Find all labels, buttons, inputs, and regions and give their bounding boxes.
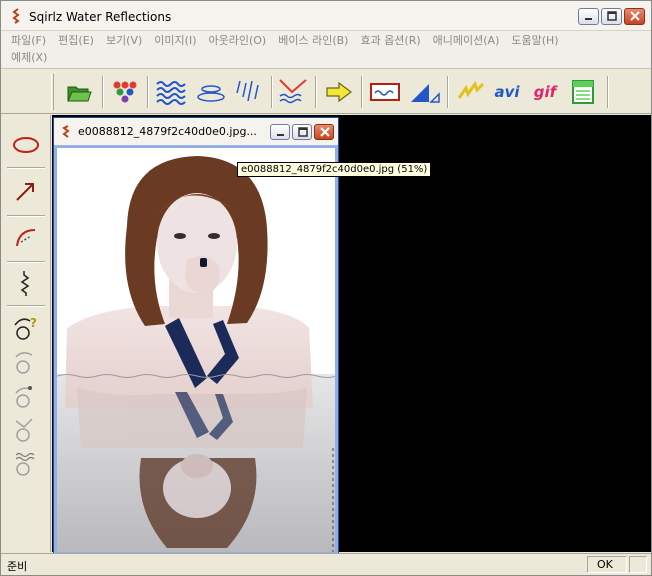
color-dots-icon xyxy=(113,81,137,103)
svg-text:?: ? xyxy=(30,316,37,330)
menu-animation[interactable]: 애니메이션(A) xyxy=(427,33,506,49)
avi-export-button[interactable]: avi xyxy=(491,76,523,108)
close-button[interactable] xyxy=(624,8,645,25)
tool-separator xyxy=(7,167,45,169)
menu-outline[interactable]: 아웃라인(O) xyxy=(202,33,272,49)
doc-minimize-button[interactable] xyxy=(270,124,290,140)
doc-close-button[interactable] xyxy=(314,124,334,140)
help-tool-icon: ? xyxy=(14,316,37,340)
toolbar: avi gif xyxy=(1,70,651,114)
rain-button[interactable] xyxy=(233,76,265,108)
maximize-icon xyxy=(298,127,308,137)
app-window: Sqirlz Water Reflections 파일(F) 편집(E) 보기(… xyxy=(0,0,652,576)
arc-tool-icon xyxy=(16,229,36,247)
avi-label: avi xyxy=(494,83,520,101)
app-logo-icon xyxy=(12,8,20,24)
close-icon xyxy=(630,11,640,21)
toolbar-separator xyxy=(607,76,609,108)
document-window[interactable]: e0088812_4879f2c40d0e0.jpg... xyxy=(53,117,339,554)
title-bar[interactable]: Sqirlz Water Reflections xyxy=(1,1,651,31)
frame-icon xyxy=(370,83,400,101)
status-ok: OK xyxy=(597,558,613,571)
tool9-button[interactable] xyxy=(9,447,43,479)
waves-icon xyxy=(156,81,186,105)
menu-help[interactable]: 도움말(H) xyxy=(505,33,564,49)
menu-effect-options[interactable]: 효과 옵션(R) xyxy=(354,33,426,49)
minimize-icon xyxy=(585,18,592,20)
photo-image xyxy=(57,148,335,552)
frame-button[interactable] xyxy=(369,76,401,108)
toolbar-separator xyxy=(102,76,104,108)
menu-image[interactable]: 이미지(I) xyxy=(148,33,202,49)
lightning-button[interactable] xyxy=(455,76,487,108)
toolbar-separator xyxy=(447,76,449,108)
status-panel-grip xyxy=(629,556,647,573)
menu-file[interactable]: 파일(F) xyxy=(5,33,52,49)
menu-examples[interactable]: 예제(X) xyxy=(5,50,53,66)
zigzag-tool-icon xyxy=(20,271,30,296)
reflection-button[interactable] xyxy=(277,76,309,108)
maximize-button[interactable] xyxy=(601,8,622,25)
tool9-icon xyxy=(15,452,35,476)
menu-baseline[interactable]: 베이스 라인(B) xyxy=(272,33,354,49)
toolbar-grip[interactable] xyxy=(51,74,54,110)
tool-panel: ? xyxy=(1,115,51,552)
save-frame-icon xyxy=(572,80,594,104)
menu-view[interactable]: 보기(V) xyxy=(100,33,148,49)
perspective-button[interactable] xyxy=(409,76,441,108)
toolbar-separator xyxy=(315,76,317,108)
waves-button[interactable] xyxy=(155,76,187,108)
maximize-icon xyxy=(607,11,617,21)
save-frame-button[interactable] xyxy=(567,76,599,108)
minimize-icon xyxy=(277,134,284,136)
open-folder-icon xyxy=(67,86,92,102)
status-bar: 준비 OK xyxy=(1,553,651,575)
menu-edit[interactable]: 편집(E) xyxy=(52,33,100,49)
status-text: 준비 xyxy=(7,560,28,573)
zigzag-tool-button[interactable] xyxy=(9,267,43,299)
reflection-icon xyxy=(279,79,307,104)
arrow-tool-button[interactable] xyxy=(9,175,43,207)
tool6-button[interactable] xyxy=(9,345,43,377)
tool8-icon xyxy=(15,418,33,442)
close-icon xyxy=(320,127,330,137)
minimize-button[interactable] xyxy=(578,8,599,25)
ellipse-tool-icon xyxy=(13,137,39,153)
arrow-tool-icon xyxy=(16,183,34,201)
doc-maximize-button[interactable] xyxy=(292,124,312,140)
perspective-icon xyxy=(411,84,440,103)
rain-icon xyxy=(236,80,259,102)
window-title: Sqirlz Water Reflections xyxy=(29,10,172,24)
ripples-icon xyxy=(197,85,225,102)
document-icon xyxy=(62,125,70,138)
tool-separator xyxy=(7,261,45,263)
arc-tool-button[interactable] xyxy=(9,221,43,253)
ripples-button[interactable] xyxy=(195,76,227,108)
image-canvas[interactable] xyxy=(57,148,335,552)
tool7-icon xyxy=(15,386,32,408)
colors-button[interactable] xyxy=(109,76,141,108)
toolbar-separator xyxy=(271,76,273,108)
arrow-right-icon xyxy=(326,81,352,103)
help-tool-button[interactable]: ? xyxy=(9,311,43,343)
gif-label: gif xyxy=(533,83,557,101)
lightning-icon xyxy=(457,80,485,99)
document-title: e0088812_4879f2c40d0e0.jpg... xyxy=(78,125,257,138)
document-title-bar[interactable]: e0088812_4879f2c40d0e0.jpg... xyxy=(54,118,338,146)
tool-separator xyxy=(7,305,45,307)
tool6-icon xyxy=(15,352,33,374)
toolbar-separator xyxy=(147,76,149,108)
open-button[interactable] xyxy=(63,76,95,108)
gif-export-button[interactable]: gif xyxy=(529,76,561,108)
toolbar-separator xyxy=(361,76,363,108)
image-tooltip: e0088812_4879f2c40d0e0.jpg (51%) xyxy=(237,162,432,177)
tool7-button[interactable] xyxy=(9,379,43,411)
next-button[interactable] xyxy=(323,76,355,108)
menu-bar: 파일(F) 편집(E) 보기(V) 이미지(I) 아웃라인(O) 베이스 라인(… xyxy=(1,31,651,69)
tool8-button[interactable] xyxy=(9,413,43,445)
tool-separator xyxy=(7,215,45,217)
ellipse-tool-button[interactable] xyxy=(9,129,43,161)
